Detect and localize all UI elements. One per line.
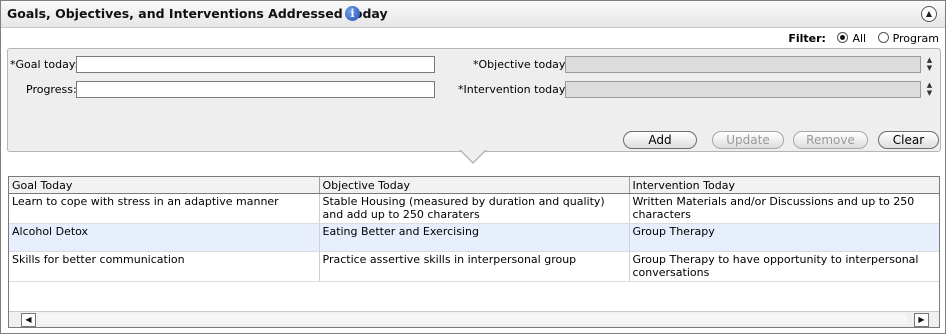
cell-intervention: Written Materials and/or Discussions and…	[629, 193, 939, 224]
cell-intervention: Group Therapy to have opportunity to int…	[629, 251, 939, 282]
filter-program-label[interactable]: Program	[893, 32, 939, 45]
column-header-objective[interactable]: Objective Today	[319, 177, 630, 194]
table-row[interactable]: Learn to cope with stress in an adaptive…	[9, 193, 939, 224]
objective-select[interactable]	[565, 56, 921, 73]
column-header-goal[interactable]: Goal Today	[9, 177, 320, 194]
add-button[interactable]: Add	[623, 131, 697, 149]
cell-goal: Skills for better communication	[9, 251, 320, 282]
filter-all-radio[interactable]	[837, 32, 849, 43]
objective-spin-icon[interactable]: ▲ ▼	[925, 56, 934, 73]
table-row[interactable]: Skills for better communication Practice…	[9, 251, 939, 282]
goals-table: Goal Today Objective Today Intervention …	[8, 176, 940, 328]
collapse-icon[interactable]: ▲	[921, 6, 937, 22]
progress-label: Progress:	[26, 83, 77, 96]
intervention-spin-icon[interactable]: ▲ ▼	[925, 81, 934, 98]
table-header-row: Goal Today Objective Today Intervention …	[9, 177, 939, 194]
clear-button[interactable]: Clear	[878, 131, 939, 149]
filter-group: Filter: All Program	[788, 32, 939, 45]
panel-pointer-fill	[460, 149, 486, 162]
goals-panel: Goals, Objectives, and Interventions Add…	[0, 0, 946, 334]
intervention-label: *Intervention today:	[458, 83, 569, 96]
cell-objective: Eating Better and Exercising	[319, 223, 630, 252]
filter-program-radio[interactable]	[877, 32, 889, 43]
update-button[interactable]: Update	[712, 131, 784, 149]
scroll-right-icon[interactable]: ▶	[914, 313, 929, 327]
horizontal-scrollbar[interactable]: ◀ ▶	[9, 311, 939, 327]
entry-form: *Goal today: Progress: *Objective today:…	[7, 48, 941, 152]
goal-input[interactable]	[76, 56, 435, 73]
cell-goal: Alcohol Detox	[9, 223, 320, 252]
cell-objective: Stable Housing (measured by duration and…	[319, 193, 630, 224]
table-row[interactable]: Alcohol Detox Eating Better and Exercisi…	[9, 223, 939, 252]
remove-button[interactable]: Remove	[793, 131, 868, 149]
objective-label: *Objective today:	[473, 58, 569, 71]
panel-header: Goals, Objectives, and Interventions Add…	[1, 1, 945, 28]
progress-input[interactable]	[76, 81, 435, 98]
column-header-intervention[interactable]: Intervention Today	[629, 177, 939, 194]
cell-objective: Practice assertive skills in interperson…	[319, 251, 630, 282]
info-icon[interactable]: i	[345, 6, 360, 21]
panel-title: Goals, Objectives, and Interventions Add…	[7, 6, 388, 21]
intervention-select[interactable]	[565, 81, 921, 98]
filter-all-label[interactable]: All	[852, 32, 866, 45]
filter-label: Filter:	[788, 32, 826, 45]
cell-intervention: Group Therapy	[629, 223, 939, 252]
scrollbar-track[interactable]	[39, 314, 907, 324]
scroll-left-icon[interactable]: ◀	[21, 313, 36, 327]
cell-goal: Learn to cope with stress in an adaptive…	[9, 193, 320, 224]
goal-label: *Goal today:	[10, 58, 79, 71]
